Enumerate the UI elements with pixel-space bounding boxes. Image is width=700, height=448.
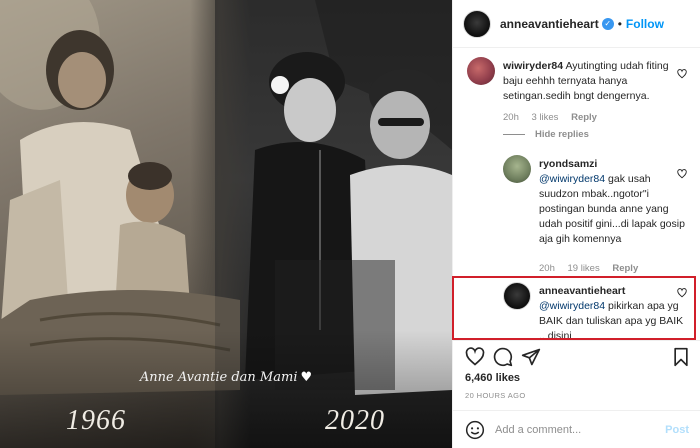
comment-item: wiwiryder84 Ayutingting udah fiting baju…	[467, 57, 695, 129]
comment-meta: 20h 19 likes Reply	[539, 263, 648, 274]
post-photo: Anne Avantie dan Mami ♥ 1966 2020	[0, 0, 452, 448]
avatar[interactable]	[463, 9, 491, 38]
post-header: anneavantieheart ✓ • Follow	[453, 0, 700, 48]
white-heart-icon: ♥	[300, 370, 313, 385]
year-label-left: 1966	[66, 405, 126, 436]
comment-mention[interactable]: @wiwiryder84	[539, 173, 605, 185]
photo-caption-text: Anne Avantie dan Mami	[139, 370, 298, 385]
comment-meta: 20h 3 likes Reply	[503, 112, 607, 123]
reply-button[interactable]: Reply	[612, 263, 638, 274]
highlight-box	[452, 276, 696, 340]
share-paper-plane-icon[interactable]	[521, 347, 541, 367]
like-comment-heart-icon[interactable]	[677, 169, 687, 179]
comment-likes[interactable]: 19 likes	[568, 263, 600, 274]
comment-bubble-icon[interactable]	[493, 347, 513, 367]
header-username[interactable]: anneavantieheart	[500, 17, 599, 31]
hide-replies-button[interactable]: Hide replies	[503, 129, 589, 140]
avatar[interactable]	[467, 57, 495, 85]
emoji-smiley-icon[interactable]	[465, 420, 485, 440]
avatar[interactable]	[503, 155, 531, 183]
add-comment-bar: Post	[453, 410, 700, 448]
like-comment-heart-icon[interactable]	[677, 69, 687, 79]
post-comment-button[interactable]: Post	[665, 424, 689, 436]
comment-time: 20h	[503, 112, 519, 123]
year-label-right: 2020	[325, 405, 385, 436]
comment-item: ryondsamzi @wiwiryder84 gak usah suudzon…	[503, 155, 695, 279]
add-comment-input[interactable]	[495, 423, 645, 436]
hide-replies-line	[503, 133, 525, 135]
hide-replies-label: Hide replies	[535, 129, 589, 140]
bookmark-icon[interactable]	[671, 347, 691, 367]
comment-likes[interactable]: 3 likes	[532, 112, 559, 123]
comment-username[interactable]: ryondsamzi	[539, 158, 597, 170]
reply-button[interactable]: Reply	[571, 112, 597, 123]
comment-username[interactable]: wiwiryder84	[503, 60, 563, 72]
verified-badge-icon: ✓	[601, 17, 614, 30]
post-time-ago[interactable]: 20 HOURS AGO	[465, 391, 526, 400]
separator-dot: •	[617, 16, 622, 31]
comment-body: wiwiryder84 Ayutingting udah fiting baju…	[503, 59, 678, 104]
follow-button[interactable]: Follow	[626, 17, 664, 31]
likes-count[interactable]: 6,460 likes	[465, 372, 520, 384]
like-heart-icon[interactable]	[465, 347, 485, 367]
post-action-bar	[453, 340, 700, 374]
photo-caption: Anne Avantie dan Mami ♥	[0, 370, 452, 385]
comments-panel: anneavantieheart ✓ • Follow wiwiryder84 …	[452, 0, 700, 448]
comment-body: ryondsamzi @wiwiryder84 gak usah suudzon…	[539, 157, 689, 247]
comment-time: 20h	[539, 263, 555, 274]
